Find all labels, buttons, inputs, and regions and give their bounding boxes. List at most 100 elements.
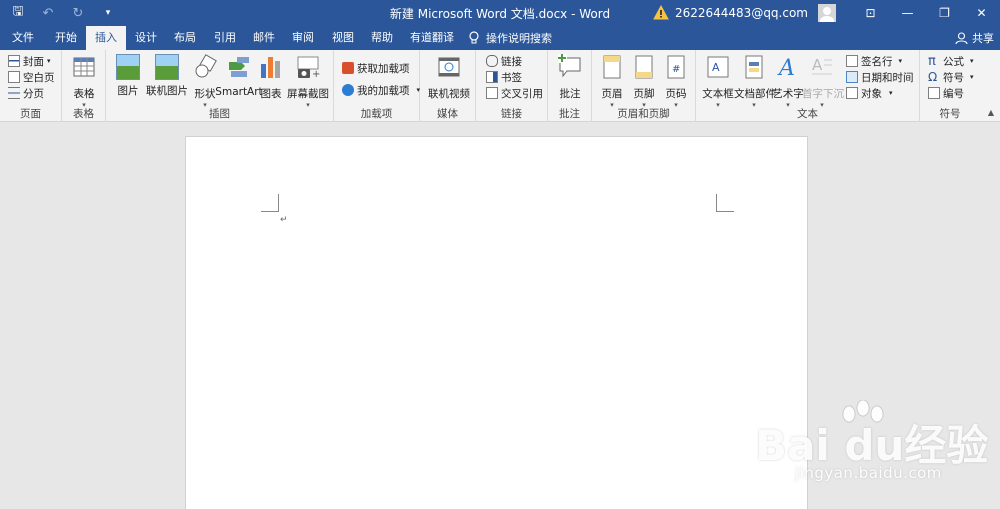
smartart-icon <box>229 57 249 77</box>
textbox-button[interactable]: A 文本框 ▾ <box>700 54 736 109</box>
calendar-icon <box>846 71 858 83</box>
header-label: 页眉 <box>601 88 623 100</box>
group-text: A 文本框 ▾ 文档部件 ▾ A 艺术字 ▾ A 首字下沉 ▾ 签名行 ▾ 日期… <box>696 50 920 122</box>
group-header-footer: 页眉 ▾ 页脚 ▾ # 页码 ▾ 页眉和页脚 <box>592 50 696 122</box>
blank-page-icon <box>8 71 20 83</box>
group-symbols: π 公式 ▾ Ω 符号 ▾ 编号 符号 <box>920 50 980 122</box>
tab-mailings[interactable]: 邮件 <box>246 26 282 50</box>
cover-page-button[interactable]: 封面 ▾ <box>8 53 51 69</box>
tab-review[interactable]: 审阅 <box>284 26 322 50</box>
group-comments: 批注 批注 <box>548 50 592 122</box>
drop-cap-button[interactable]: A 首字下沉 ▾ <box>802 54 844 109</box>
page-break-icon <box>8 87 20 99</box>
date-time-button[interactable]: 日期和时间 <box>846 69 914 85</box>
watermark-url: jingyan.baidu.com <box>795 464 942 482</box>
equation-label: 公式 <box>943 55 964 68</box>
page-break-label: 分页 <box>23 87 44 100</box>
drop-cap-icon: A <box>812 56 832 75</box>
wordart-label: 艺术字 <box>772 88 804 100</box>
document-page[interactable]: ↵ <box>185 136 808 509</box>
link-label: 链接 <box>501 55 522 68</box>
group-label-links: 链接 <box>501 108 522 120</box>
tab-youdao[interactable]: 有道翻译 <box>402 26 462 50</box>
addins-icon <box>342 84 354 96</box>
object-label: 对象 <box>861 87 882 100</box>
comment-label: 批注 <box>559 88 581 100</box>
tab-home[interactable]: 开始 <box>46 26 86 50</box>
get-addins-button[interactable]: 获取加载项 <box>342 60 410 76</box>
page-break-button[interactable]: 分页 <box>8 85 44 101</box>
wordart-button[interactable]: A 艺术字 ▾ <box>770 54 806 109</box>
symbol-button[interactable]: Ω 符号 ▾ <box>928 69 974 85</box>
customize-qat-icon[interactable]: ▾ <box>98 3 118 23</box>
link-icon <box>486 55 498 67</box>
collapse-ribbon-icon[interactable]: ▲ <box>988 108 994 117</box>
restore-icon[interactable]: ❐ <box>926 0 963 26</box>
quick-access-toolbar: 🖫 ↶ ↻ ▾ <box>8 3 118 23</box>
comment-icon <box>558 54 581 78</box>
minimize-icon[interactable]: — <box>889 0 926 26</box>
chart-button[interactable]: 图表 <box>254 54 288 101</box>
group-label-symbols: 符号 <box>939 108 961 120</box>
blank-page-label: 空白页 <box>23 71 55 84</box>
group-label-text: 文本 <box>797 108 818 120</box>
group-label-addins: 加载项 <box>360 108 393 120</box>
signature-line-button[interactable]: 签名行 ▾ <box>846 53 902 69</box>
number-label: 编号 <box>943 87 964 100</box>
numbering-button[interactable]: 编号 <box>928 85 964 101</box>
online-picture-label: 联机图片 <box>146 85 188 97</box>
close-icon[interactable]: ✕ <box>963 0 1000 26</box>
tab-design[interactable]: 设计 <box>128 26 164 50</box>
avatar[interactable] <box>818 4 836 22</box>
online-picture-button[interactable]: 联机图片 <box>144 54 190 98</box>
object-button[interactable]: 对象 ▾ <box>846 85 893 101</box>
my-addins-label: 我的加载项 <box>357 84 410 97</box>
footer-button[interactable]: 页脚 ▾ <box>626 54 662 109</box>
tab-layout[interactable]: 布局 <box>166 26 204 50</box>
svg-text:#: # <box>672 64 680 75</box>
screenshot-button[interactable]: + 屏幕截图 ▾ <box>286 54 330 109</box>
undo-icon[interactable]: ↶ <box>38 3 58 23</box>
link-button[interactable]: 链接 <box>486 53 522 69</box>
tab-help[interactable]: 帮助 <box>364 26 400 50</box>
group-links: 链接 书签 交叉引用 链接 <box>476 50 548 122</box>
svg-text:+: + <box>312 69 320 80</box>
redo-icon[interactable]: ↻ <box>68 3 88 23</box>
comment-button[interactable]: 批注 <box>550 54 590 101</box>
group-tables: 表格 ▾ 表格 <box>62 50 106 122</box>
tab-view[interactable]: 视图 <box>324 26 362 50</box>
tab-references[interactable]: 引用 <box>206 26 244 50</box>
tab-file[interactable]: 文件 <box>4 26 42 50</box>
online-video-icon <box>438 57 460 77</box>
footer-icon <box>635 55 653 79</box>
equation-button[interactable]: π 公式 ▾ <box>928 53 974 69</box>
ribbon-display-icon[interactable]: ⊡ <box>852 0 889 26</box>
page-number-button[interactable]: # 页码 ▾ <box>658 54 694 109</box>
page-number-label: 页码 <box>665 88 687 100</box>
tab-insert[interactable]: 插入 <box>86 26 126 50</box>
baidu-watermark: Bai du经验 jingyan.baidu.com <box>755 400 1000 500</box>
online-picture-icon <box>155 54 179 80</box>
quick-parts-button[interactable]: 文档部件 ▾ <box>734 54 776 109</box>
number-icon <box>928 87 940 99</box>
share-button[interactable]: 共享 <box>955 26 994 50</box>
svg-text:A: A <box>712 61 720 74</box>
blank-page-button[interactable]: 空白页 <box>8 69 55 85</box>
quick-parts-icon <box>745 55 763 79</box>
save-icon[interactable]: 🖫 <box>8 3 28 23</box>
online-video-button[interactable]: 联机视频 <box>426 54 472 101</box>
cross-reference-button[interactable]: 交叉引用 <box>486 85 543 101</box>
ribbon: 封面 ▾ 空白页 分页 页面 表格 ▾ 表格 图片 联机图片 形状 ▾ Smar… <box>0 50 1000 122</box>
crop-mark-top-left <box>261 194 279 212</box>
object-icon <box>846 87 858 99</box>
header-button[interactable]: 页眉 ▾ <box>594 54 630 109</box>
tell-me-search[interactable]: 操作说明搜索 <box>468 26 552 50</box>
account-email[interactable]: 2622644483@qq.com <box>675 6 808 20</box>
my-addins-button[interactable]: 我的加载项 ▾ <box>342 82 420 98</box>
picture-button[interactable]: 图片 <box>108 54 148 98</box>
bookmark-button[interactable]: 书签 <box>486 69 522 85</box>
group-label-header-footer: 页眉和页脚 <box>617 108 670 120</box>
table-button[interactable]: 表格 ▾ <box>64 54 104 109</box>
warning-icon[interactable] <box>653 5 669 21</box>
page-number-icon: # <box>667 55 685 79</box>
